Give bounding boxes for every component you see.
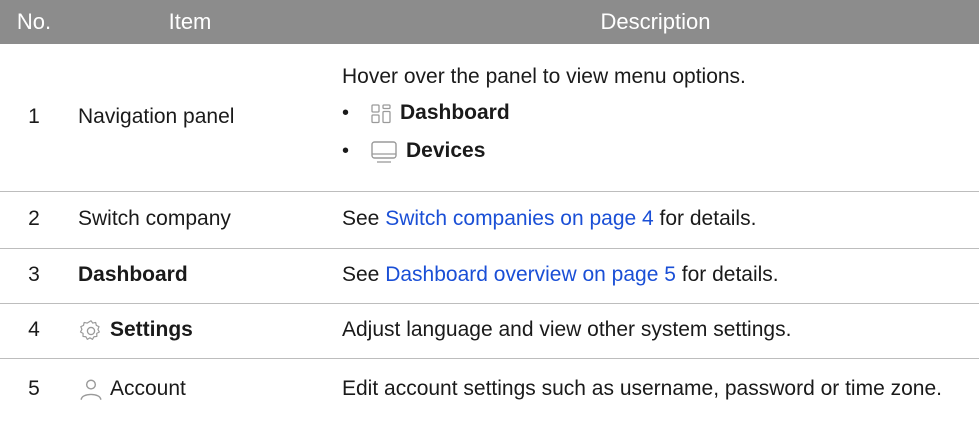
item-name: Switch company [68, 191, 332, 249]
row-number: 3 [0, 248, 68, 304]
menu-options-list: • Dashboard • Devices [342, 95, 967, 171]
description-suffix: for details. [675, 263, 779, 287]
item-name: Settings [110, 318, 193, 342]
header-description: Description [332, 0, 979, 44]
list-item: • Devices [342, 133, 967, 171]
table-row: 2 Switch company See Switch companies on… [0, 191, 979, 249]
table-header-row: No. Item Description [0, 0, 979, 44]
items-table: No. Item Description 1 Navigation panel … [0, 0, 979, 421]
description-prefix: See [342, 207, 386, 231]
item-name: Dashboard [68, 248, 332, 304]
table-row: 3 Dashboard See Dashboard overview on pa… [0, 248, 979, 304]
table-row: 4 Settings Adjust language and view othe… [0, 303, 979, 359]
item-cell: Settings [68, 303, 332, 359]
device-monitor-icon [371, 140, 397, 163]
description-text: Adjust language and view other system se… [332, 303, 979, 359]
bullet-label: Devices [406, 139, 486, 163]
table-row: 5 Account Edit account settings such as … [0, 358, 979, 421]
settings-gear-icon [79, 319, 100, 340]
description-prefix: See [342, 263, 386, 287]
table-row: 1 Navigation panel Hover over the panel … [0, 44, 979, 192]
bullet-dot: • [342, 101, 350, 124]
row-number: 2 [0, 191, 68, 249]
header-no: No. [0, 0, 68, 44]
item-name: Navigation panel [68, 44, 332, 192]
dashboard-grid-icon [371, 104, 391, 123]
row-number: 4 [0, 303, 68, 359]
account-person-icon [80, 379, 102, 400]
description-text: Hover over the panel to view menu option… [342, 64, 746, 88]
header-item: Item [68, 0, 332, 44]
switch-companies-link[interactable]: Switch companies on page 4 [385, 207, 654, 230]
item-cell: Account [68, 358, 332, 421]
description-cell: Hover over the panel to view menu option… [332, 44, 979, 192]
dashboard-overview-link[interactable]: Dashboard overview on page 5 [385, 263, 676, 286]
list-item: • Dashboard [342, 95, 967, 133]
description-cell: See Switch companies on page 4 for detai… [332, 191, 979, 249]
description-text: Edit account settings such as username, … [342, 377, 942, 401]
bullet-dot: • [342, 139, 350, 162]
item-name: Account [110, 377, 186, 401]
row-number: 1 [0, 44, 68, 192]
row-number: 5 [28, 377, 40, 401]
description-cell: See Dashboard overview on page 5 for det… [332, 248, 979, 304]
description-suffix: for details. [653, 207, 757, 231]
bullet-label: Dashboard [400, 101, 510, 125]
